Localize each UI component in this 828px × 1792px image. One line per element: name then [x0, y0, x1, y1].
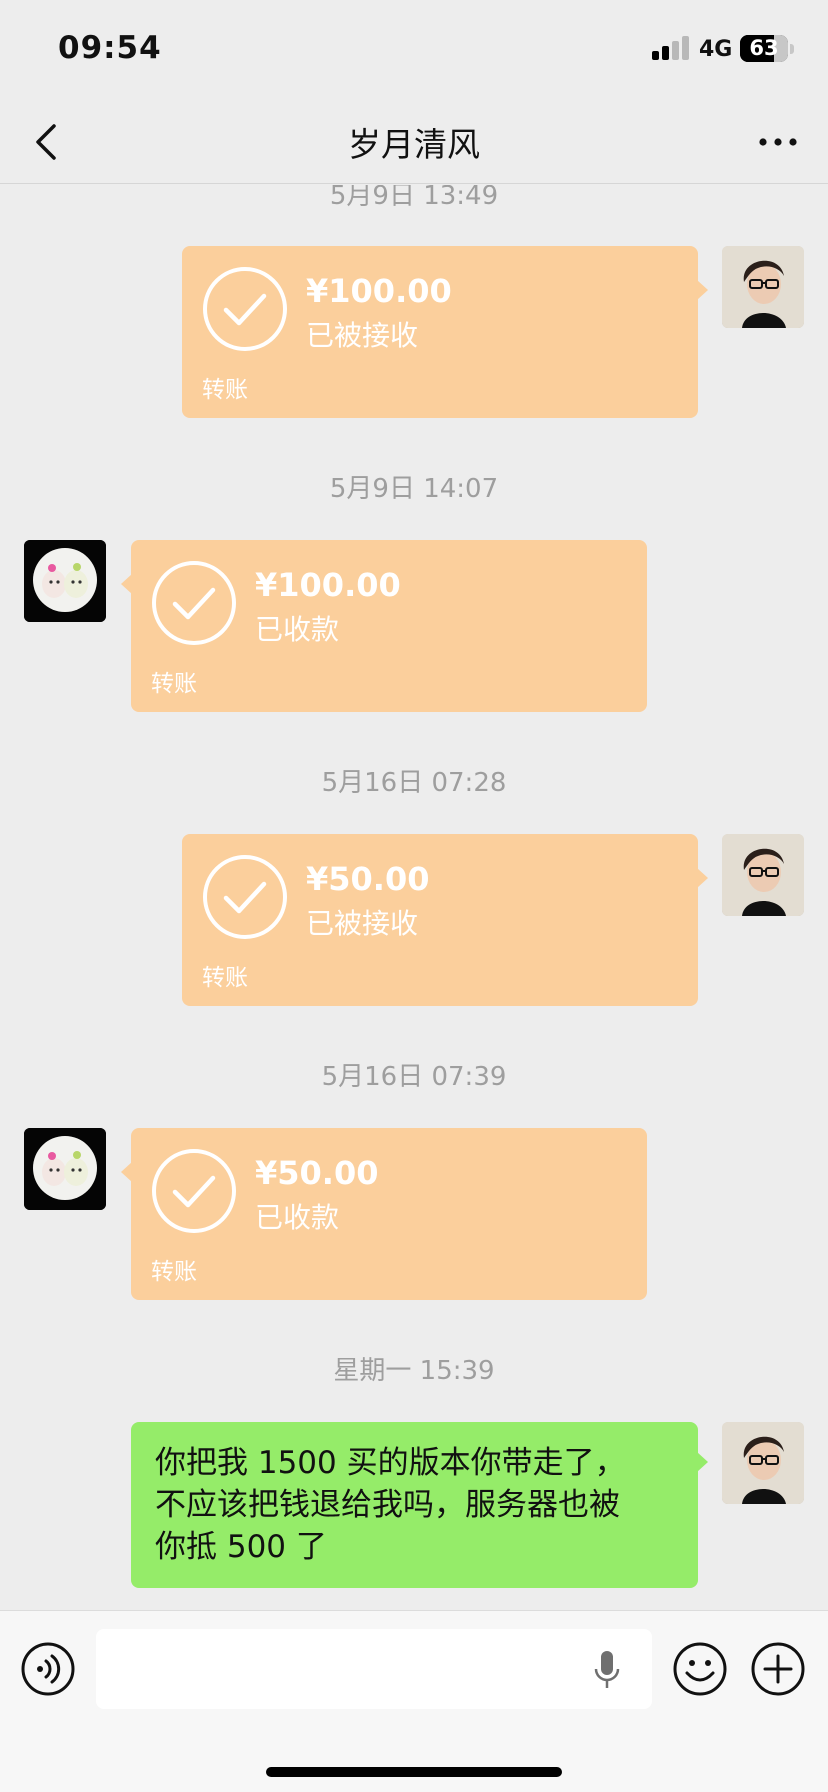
check-icon — [152, 1149, 236, 1233]
status-time: 09:54 — [58, 30, 162, 66]
transfer-amount: ¥50.00 — [306, 860, 430, 898]
mic-icon[interactable] — [592, 1649, 622, 1691]
my-avatar[interactable] — [722, 834, 804, 916]
text-message-sent[interactable]: 你把我 1500 买的版本你带走了， 不应该把钱退给我吗，服务器也被 你抵 50… — [131, 1422, 708, 1588]
my-avatar[interactable] — [722, 1422, 804, 1504]
transfer-label: 转账 — [202, 377, 248, 403]
transfer-status: 已被接收 — [306, 907, 419, 940]
transfer-message-sent[interactable]: ¥100.00 已被接收 转账 — [182, 246, 708, 418]
more-icon[interactable] — [756, 124, 800, 160]
transfer-amount: ¥100.00 — [306, 272, 452, 310]
transfer-message-received[interactable]: ¥50.00 已收款 转账 — [121, 1128, 647, 1300]
my-avatar[interactable] — [722, 246, 804, 328]
nav-bar: 岁月清风 — [0, 100, 828, 184]
battery-tip — [790, 44, 794, 54]
home-indicator — [266, 1767, 562, 1777]
chat-title: 岁月清风 — [348, 125, 480, 164]
emoji-icon[interactable] — [672, 1641, 728, 1697]
input-bar — [0, 1610, 828, 1792]
timestamp: 星期一 15:39 — [333, 1356, 495, 1386]
transfer-status: 已收款 — [255, 1201, 340, 1234]
timestamp: 5月16日 07:39 — [321, 1062, 507, 1092]
contact-avatar[interactable] — [24, 1128, 106, 1210]
contact-avatar[interactable] — [24, 540, 106, 622]
transfer-amount: ¥100.00 — [255, 566, 401, 604]
voice-icon[interactable] — [20, 1641, 76, 1697]
battery-icon: 63 — [740, 35, 788, 62]
message-input[interactable] — [96, 1629, 652, 1709]
chat-area[interactable]: 5月9日 13:49 ¥100.00 已被接收 转账 5月9日 14:07 ¥1… — [0, 185, 828, 1610]
message-line: 你把我 1500 买的版本你带走了， — [155, 1445, 626, 1481]
timestamp: 5月9日 14:07 — [329, 474, 499, 504]
transfer-amount: ¥50.00 — [255, 1154, 379, 1192]
check-icon — [152, 561, 236, 645]
check-icon — [203, 855, 287, 939]
plus-icon[interactable] — [750, 1641, 806, 1697]
status-bar: 09:54 4G 63 — [0, 0, 828, 100]
timestamp: 5月16日 07:28 — [321, 768, 507, 798]
network-type: 4G — [699, 37, 733, 62]
message-line: 不应该把钱退给我吗，服务器也被 — [155, 1487, 620, 1523]
transfer-label: 转账 — [151, 671, 197, 697]
battery-percent: 63 — [749, 36, 779, 60]
transfer-message-received[interactable]: ¥100.00 已收款 转账 — [121, 540, 647, 712]
message-line: 你抵 500 了 — [155, 1529, 327, 1565]
signal-icon — [652, 36, 690, 60]
transfer-status: 已收款 — [255, 613, 340, 646]
timestamp: 5月9日 13:49 — [329, 185, 499, 211]
check-icon — [203, 267, 287, 351]
transfer-label: 转账 — [151, 1259, 197, 1285]
transfer-label: 转账 — [202, 965, 248, 991]
transfer-message-sent[interactable]: ¥50.00 已被接收 转账 — [182, 834, 708, 1006]
transfer-status: 已被接收 — [306, 319, 419, 352]
